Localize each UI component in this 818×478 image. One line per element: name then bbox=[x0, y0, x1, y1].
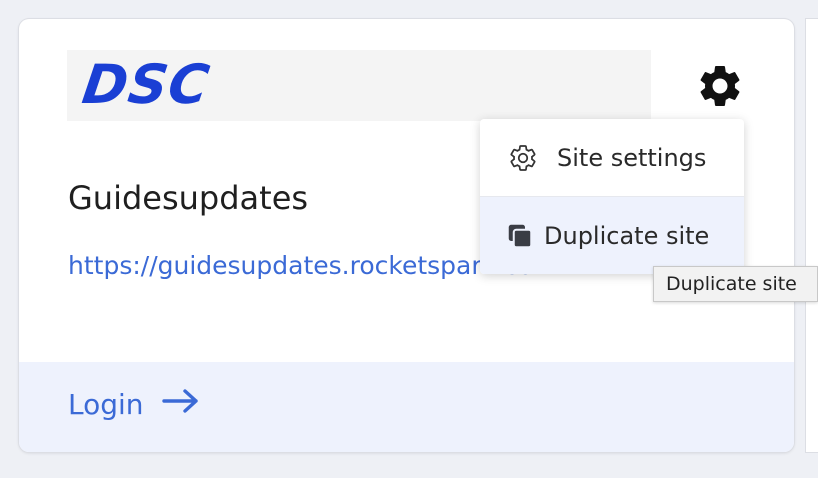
menu-item-site-settings[interactable]: Site settings bbox=[480, 119, 744, 196]
menu-item-label: Site settings bbox=[557, 143, 707, 172]
gear-outline-icon bbox=[507, 142, 539, 174]
adjacent-card-edge bbox=[806, 19, 818, 452]
login-label: Login bbox=[68, 388, 144, 421]
menu-item-label: Duplicate site bbox=[544, 221, 710, 250]
copy-icon bbox=[504, 220, 536, 252]
menu-item-duplicate-site[interactable]: Duplicate site bbox=[480, 196, 744, 274]
site-logo-banner: DSC bbox=[67, 50, 651, 121]
arrow-right-icon bbox=[161, 388, 200, 421]
login-link[interactable]: Login bbox=[68, 388, 200, 421]
site-options-button[interactable] bbox=[693, 61, 747, 115]
site-options-menu: Site settings Duplicate site bbox=[480, 119, 744, 274]
duplicate-site-tooltip: Duplicate site bbox=[653, 266, 818, 302]
site-title: Guidesupdates bbox=[68, 179, 309, 217]
card-footer: Login bbox=[19, 362, 794, 452]
gear-icon bbox=[695, 61, 745, 115]
site-logo: DSC bbox=[78, 53, 214, 116]
